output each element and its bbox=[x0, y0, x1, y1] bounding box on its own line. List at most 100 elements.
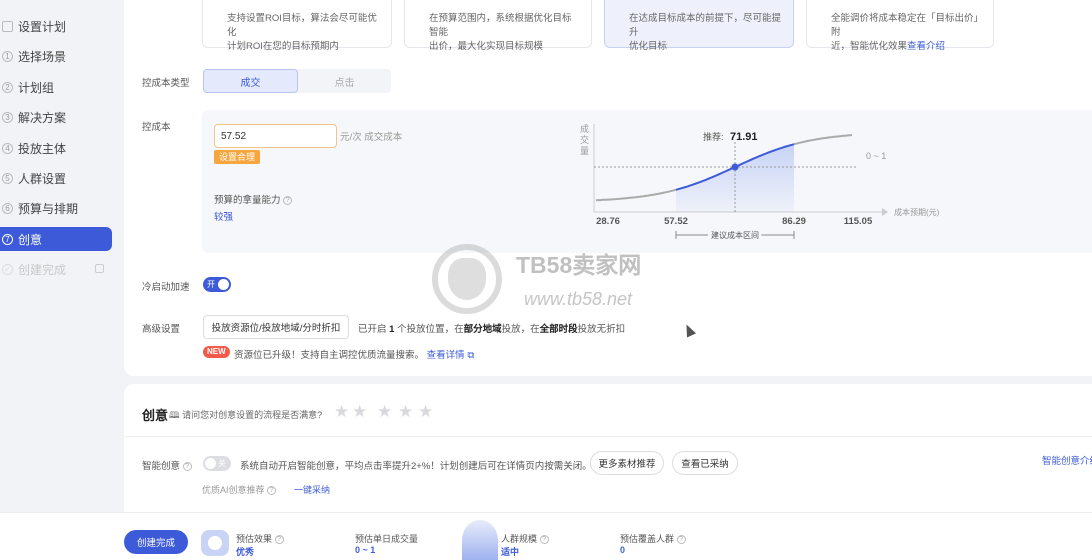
toggle-text: 关 bbox=[218, 459, 226, 468]
list-icon bbox=[2, 20, 13, 32]
audience-scale-icon bbox=[462, 520, 498, 560]
rating-star-icon[interactable]: ★ bbox=[334, 402, 349, 422]
stat-label-text: 人群规模 bbox=[501, 534, 538, 544]
summary-text: 已开启 bbox=[358, 324, 387, 335]
sidebar: 设置计划 1 选择场景 2 计划组 3 解决方案 4 投放主体 5 人群设置 6… bbox=[0, 0, 118, 512]
adopt-all-link[interactable]: 一键采纳 bbox=[294, 483, 330, 496]
rating-star-icon[interactable]: ★ bbox=[377, 402, 392, 422]
option-desc: 优化目标 bbox=[629, 41, 668, 52]
sidebar-item-label: 投放主体 bbox=[18, 141, 67, 156]
option-desc: 在达成目标成本的前提下，尽可能提升 bbox=[629, 13, 782, 38]
notice-message: 资源位已升级！支持自主调控优质流量搜索。 bbox=[234, 350, 425, 361]
sidebar-item-label: 解决方案 bbox=[18, 110, 67, 125]
survey-text: 请问您对创意设置的流程是否满意? bbox=[182, 410, 323, 420]
stat-audience-value: 适中 bbox=[501, 547, 520, 557]
sidebar-item-label: 选择场景 bbox=[18, 49, 67, 64]
cost-type-segmented: 成交 点击 bbox=[203, 69, 391, 93]
tab-deal[interactable]: 成交 bbox=[203, 69, 298, 93]
x-tick: 115.05 bbox=[844, 216, 873, 227]
new-badge: NEW bbox=[203, 346, 230, 358]
range-label: 建议成本区间 bbox=[711, 230, 759, 240]
view-details-link[interactable]: 查看详情 bbox=[427, 350, 465, 361]
sidebar-item-subject[interactable]: 4 投放主体 bbox=[0, 136, 112, 160]
bid-option-cost-control[interactable]: 在达成目标成本的前提下，尽可能提升 优化目标 bbox=[604, 0, 794, 52]
option-desc: 出价，最大化实现目标规模 bbox=[429, 41, 544, 52]
step-number: 3 bbox=[2, 111, 13, 123]
advanced-settings-button[interactable]: 投放资源位/投放地域/分时折扣 bbox=[203, 315, 349, 339]
option-desc: 近，智能优化效果 bbox=[831, 41, 908, 52]
ai-recommend-text: 优质AI创意推荐 bbox=[202, 485, 265, 495]
step-number: 6 bbox=[2, 202, 13, 214]
rating-star-icon[interactable]: ★ bbox=[398, 402, 413, 422]
cold-start-toggle[interactable]: 开 bbox=[203, 277, 231, 292]
more-material-button[interactable]: 更多素材推荐 bbox=[590, 451, 664, 475]
sidebar-item-plan-group[interactable]: 2 计划组 bbox=[0, 75, 112, 99]
y-label: 成交量 bbox=[580, 123, 589, 156]
smart-creative-intro-link[interactable]: 智能创意介绍 bbox=[1042, 453, 1092, 467]
x-tick: 28.76 bbox=[596, 216, 620, 227]
step-number: 4 bbox=[2, 142, 13, 154]
sidebar-item-complete: ✓ 创建完成 bbox=[0, 257, 112, 281]
option-desc: 支持设置ROI目标，算法会尽可能优化 bbox=[227, 13, 377, 38]
budget-capacity-text: 预算的拿量能力 bbox=[214, 195, 281, 206]
toggle-text: 开 bbox=[207, 280, 215, 289]
budget-capacity-value: 较强 bbox=[214, 212, 234, 223]
notice-text: 资源位已升级！支持自主调控优质流量搜索。 查看详情 ⧉ bbox=[234, 347, 474, 361]
divider bbox=[124, 436, 1092, 437]
summary-text: 投放无折扣 bbox=[577, 324, 626, 335]
stat-daily-deals-value: 0 ~ 1 bbox=[355, 545, 376, 555]
bid-option-smart[interactable]: 全能调价将成本稳定在「目标出价」附 近，智能优化效果查看介绍 bbox=[806, 0, 994, 52]
sidebar-item-label: 创建完成 bbox=[18, 262, 67, 277]
create-complete-button[interactable]: 创建完成 bbox=[124, 530, 188, 554]
advanced-summary: 已开启 1 个投放位置，在部分地域投放，在全部时段投放无折扣 bbox=[358, 321, 625, 335]
view-adopted-button[interactable]: 查看已采纳 bbox=[672, 451, 738, 475]
budget-capacity-label: 预算的拿量能力 ? bbox=[214, 192, 293, 206]
step-number: 1 bbox=[2, 50, 13, 62]
y-label-c2: 交 bbox=[580, 134, 589, 145]
cost-input[interactable] bbox=[214, 124, 337, 148]
step-number: 7 bbox=[2, 233, 13, 245]
stat-coverage-label: 预估覆盖人群 ? bbox=[620, 532, 686, 545]
stat-label-text: 预估效果 bbox=[236, 534, 273, 544]
stat-effect-value: 优秀 bbox=[236, 547, 255, 557]
sidebar-item-creative[interactable]: 7 创意 bbox=[0, 227, 112, 251]
sidebar-item-label: 计划组 bbox=[18, 80, 55, 95]
help-icon[interactable]: ? bbox=[182, 461, 192, 471]
bid-option-roi[interactable]: 支持设置ROI目标，算法会尽可能优化 计划ROI在您的目标预期内 bbox=[202, 0, 392, 52]
toggle-knob bbox=[205, 458, 216, 469]
help-icon[interactable]: ? bbox=[539, 535, 549, 545]
x-axis-arrow bbox=[882, 208, 888, 216]
cold-start-label: 冷启动加速 bbox=[142, 282, 190, 293]
option-desc: 全能调价将成本稳定在「目标出价」附 bbox=[831, 13, 979, 38]
sidebar-item-plan-settings[interactable]: 设置计划 bbox=[0, 14, 112, 38]
bid-option-max[interactable]: 在预算范围内，系统根据优化目标智能 出价，最大化实现目标规模 bbox=[404, 0, 592, 52]
help-icon[interactable]: ? bbox=[676, 535, 686, 545]
sidebar-item-budget[interactable]: 6 预算与排期 bbox=[0, 196, 112, 220]
recommend-label: 推荐: bbox=[703, 131, 724, 142]
stat-coverage-value: 0 bbox=[620, 545, 626, 555]
rating-star-icon[interactable]: ★ bbox=[418, 402, 433, 422]
cost-type-label: 控成本类型 bbox=[142, 78, 190, 89]
summary-time: 全部时段 bbox=[539, 324, 578, 335]
summary-region: 部分地域 bbox=[463, 324, 502, 335]
stat-daily-deals-label: 预估单日成交量 bbox=[355, 534, 419, 544]
option-desc: 计划ROI在您的目标预期内 bbox=[227, 41, 339, 52]
smart-creative-toggle[interactable]: 关 bbox=[203, 456, 231, 471]
sidebar-item-solution[interactable]: 3 解决方案 bbox=[0, 105, 112, 129]
lock-icon bbox=[95, 264, 104, 273]
y-marker: 0 ~ 1 bbox=[866, 151, 886, 161]
cost-unit: 元/次 成交成本 bbox=[340, 132, 403, 143]
book-icon: 🕮 bbox=[169, 410, 180, 420]
watermark-name: TB58卖家网 bbox=[516, 252, 642, 278]
sidebar-item-scene[interactable]: 1 选择场景 bbox=[0, 44, 112, 68]
sidebar-item-label: 人群设置 bbox=[18, 171, 67, 186]
tab-click[interactable]: 点击 bbox=[298, 69, 391, 93]
sidebar-item-audience[interactable]: 5 人群设置 bbox=[0, 166, 112, 190]
option-desc: 在预算范围内，系统根据优化目标智能 bbox=[429, 13, 572, 38]
help-icon[interactable]: ? bbox=[283, 195, 293, 205]
view-intro-link[interactable]: 查看介绍 bbox=[907, 41, 945, 52]
watermark-logo bbox=[432, 244, 502, 314]
help-icon[interactable]: ? bbox=[274, 535, 284, 545]
rating-star-icon[interactable]: ★ bbox=[352, 402, 367, 422]
help-icon[interactable]: ? bbox=[267, 486, 277, 496]
